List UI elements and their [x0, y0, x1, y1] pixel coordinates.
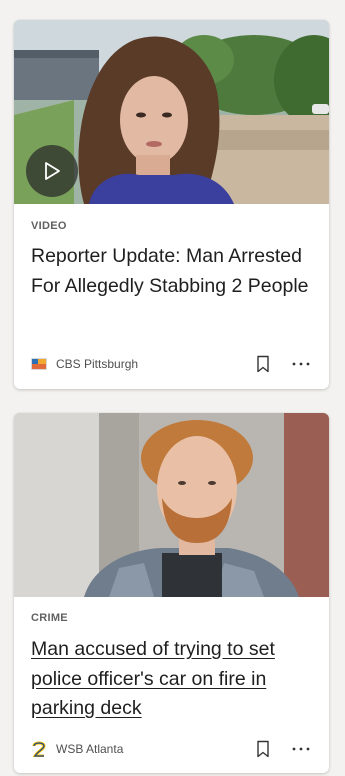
news-category: CRIME — [31, 612, 68, 624]
news-card[interactable]: VIDEO Reporter Update: Man Arrested For … — [14, 20, 329, 389]
card-footer: WSB Atlanta — [31, 738, 312, 760]
wsb-atlanta-logo — [31, 741, 47, 757]
play-button[interactable] — [26, 145, 78, 197]
news-thumbnail[interactable] — [14, 20, 329, 204]
more-options-icon[interactable] — [290, 738, 312, 760]
bookmark-icon[interactable] — [252, 738, 274, 760]
source-name[interactable]: WSB Atlanta — [56, 742, 252, 756]
cbs-pittsburgh-logo — [31, 358, 47, 370]
more-options-icon[interactable] — [290, 353, 312, 375]
news-headline[interactable]: Man accused of trying to set police offi… — [31, 635, 316, 724]
source-name[interactable]: CBS Pittsburgh — [56, 357, 252, 371]
news-category: VIDEO — [31, 220, 67, 232]
news-card[interactable]: CRIME Man accused of trying to set polic… — [14, 413, 329, 773]
card-footer: CBS Pittsburgh — [31, 353, 312, 375]
bookmark-icon[interactable] — [252, 353, 274, 375]
play-icon — [45, 162, 60, 180]
news-headline[interactable]: Reporter Update: Man Arrested For Allege… — [31, 242, 316, 301]
news-thumbnail[interactable] — [14, 413, 329, 597]
